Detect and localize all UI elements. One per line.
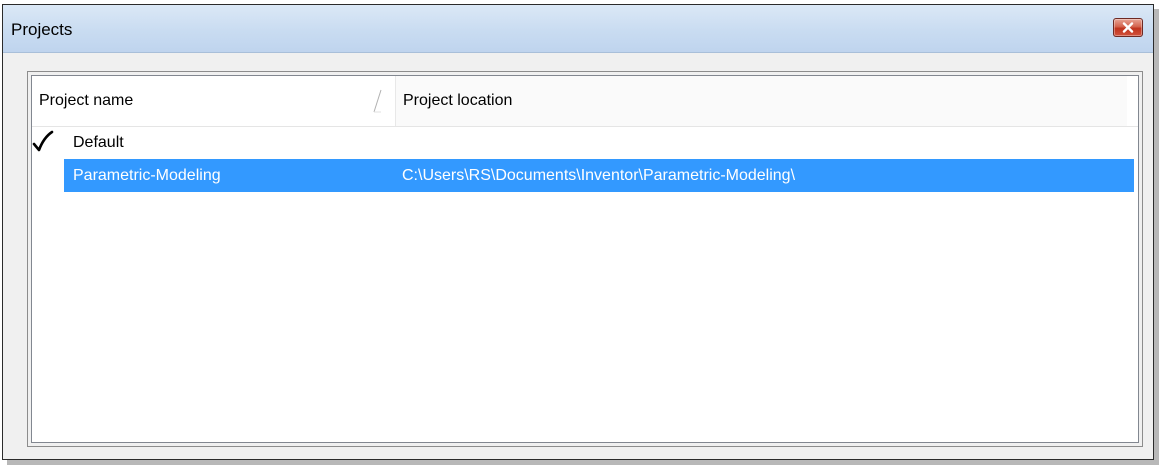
close-button[interactable] [1113, 18, 1143, 37]
column-header-label: Project location [403, 92, 513, 109]
column-header-project-name[interactable]: Project name [32, 76, 394, 126]
project-name: Parametric-Modeling [73, 167, 221, 184]
projects-panel: Project name Project location Default Pa… [27, 71, 1143, 447]
projects-list[interactable]: Project name Project location Default Pa… [31, 75, 1139, 443]
column-header-project-location[interactable]: Project location [395, 76, 1127, 126]
list-row-default[interactable]: Default [32, 126, 1138, 159]
column-header-label: Project name [39, 92, 134, 109]
window-title: Projects [11, 20, 73, 39]
list-rows: Default Parametric-Modeling C:\Users\RS\… [32, 126, 1138, 192]
project-name: Default [73, 134, 124, 151]
sort-indicator-icon [373, 89, 382, 113]
list-row-parametric-modeling[interactable]: Parametric-Modeling C:\Users\RS\Document… [32, 159, 1138, 192]
title-bar[interactable]: Projects [3, 5, 1153, 53]
list-header: Project name Project location [32, 76, 1138, 127]
project-location: C:\Users\RS\Documents\Inventor\Parametri… [402, 167, 796, 184]
projects-dialog: Projects Project name Project location D… [2, 4, 1154, 460]
checkmark-icon [32, 130, 54, 152]
close-icon [1122, 22, 1134, 33]
